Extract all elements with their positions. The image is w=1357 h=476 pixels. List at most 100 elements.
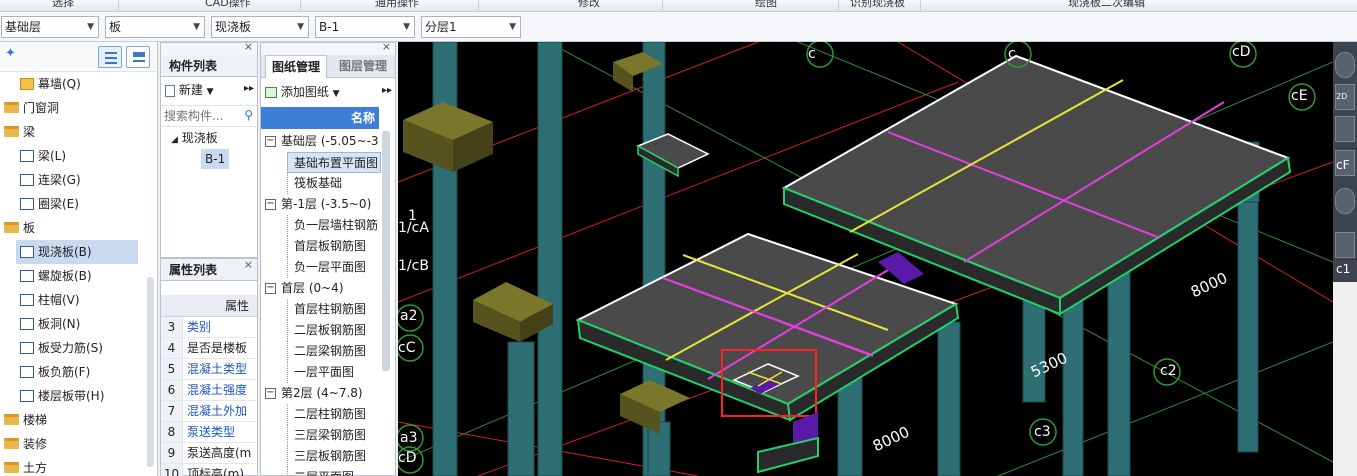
floor-select[interactable]: 基础层 ▼ — [1, 16, 99, 38]
nav-item[interactable]: 柱帽(V) — [16, 288, 138, 312]
close-icon[interactable]: × — [382, 40, 391, 53]
drawing-item[interactable]: 二层柱钢筋图 — [287, 404, 381, 425]
ribbon-group-draw[interactable]: 绘图 — [755, 0, 777, 10]
nav-item[interactable]: 板受力筋(S) — [16, 336, 138, 360]
property-row[interactable]: 5 混凝土类型 — [161, 359, 257, 380]
drawing-item[interactable]: 一层平面图 — [287, 362, 381, 383]
drawing-item[interactable]: 首层柱钢筋图 — [287, 299, 381, 320]
nav-item[interactable]: 装修 — [0, 432, 150, 456]
search-input[interactable] — [161, 106, 237, 126]
collapse-icon[interactable]: − — [265, 388, 276, 399]
nav-tree-panel: ✦ 幕墙(Q) 门窗洞梁梁(L) 连梁(G) 圈梁(E) 板现浇板(B) 螺旋板(B) 柱帽… — [0, 42, 158, 476]
ring-beam-icon — [20, 197, 34, 210]
drawing-item[interactable]: 三层板钢筋图 — [287, 446, 381, 467]
ribbon-group-edit[interactable]: 现浇板二次编辑 — [1068, 0, 1145, 10]
collapse-icon[interactable]: − — [265, 136, 276, 147]
drawing-item[interactable]: 首层板钢筋图 — [287, 236, 381, 257]
drawing-group[interactable]: − 第-1层 (-3.5~0) — [261, 194, 381, 215]
drawing-item[interactable]: 基础布置平面图 — [287, 152, 381, 173]
tab-layer-management[interactable]: 图层管理 — [333, 55, 393, 78]
nav-item[interactable]: 幕墙(Q) — [16, 72, 138, 96]
more-icon[interactable]: ▸▸ — [244, 83, 254, 94]
list-view-button[interactable] — [98, 46, 122, 68]
collapse-icon[interactable]: − — [265, 199, 276, 210]
drawing-scrollbar[interactable] — [382, 131, 390, 371]
close-icon[interactable]: × — [244, 259, 253, 276]
nav-item[interactable]: 板负筋(F) — [16, 360, 138, 384]
drawing-item[interactable]: 三层梁钢筋图 — [287, 425, 381, 446]
component-tree-item-b1[interactable]: B-1 — [201, 149, 230, 169]
nav-item[interactable]: 板 — [0, 216, 150, 240]
link-beam-icon — [20, 173, 34, 186]
cube-icon[interactable] — [1335, 116, 1355, 142]
add-drawing-button[interactable]: 添加图纸 ▼ — [265, 83, 340, 100]
more-icon[interactable]: ▸▸ — [382, 85, 392, 96]
drawing-item[interactable]: 负一层平面图 — [287, 257, 381, 278]
nav-item[interactable]: 连梁(G) — [16, 168, 138, 192]
orbit-icon[interactable] — [1335, 52, 1355, 78]
grid-icon[interactable] — [1335, 232, 1355, 258]
property-row[interactable]: 8 泵送类型 — [161, 422, 257, 443]
component-select[interactable]: B-1 ▼ — [315, 16, 415, 38]
grid-view-button[interactable] — [126, 46, 150, 68]
nav-scrollbar[interactable] — [147, 277, 154, 467]
beam-icon — [20, 149, 34, 162]
nav-item[interactable]: 楼梯 — [0, 408, 150, 432]
rotate-icon[interactable] — [1335, 188, 1355, 214]
nav-item[interactable]: 梁(L) — [16, 144, 138, 168]
ribbon-group-common[interactable]: 通用操作 — [375, 0, 419, 10]
view-toolbar: 2D cF c1 — [1333, 42, 1357, 282]
property-row[interactable]: 3 类别 — [161, 317, 257, 338]
nav-item-label: 楼梯 — [23, 413, 48, 427]
component-search[interactable]: ⚲ — [161, 105, 257, 127]
type-select[interactable]: 现浇板 ▼ — [211, 16, 309, 38]
search-icon[interactable]: ⚲ — [244, 108, 253, 122]
folder-icon — [4, 414, 19, 425]
drawing-group[interactable]: − 基础层 (-5.05~-3 — [261, 131, 381, 152]
ribbon-group-identify[interactable]: 识别现浇板 — [850, 0, 905, 10]
ribbon-group-select[interactable]: 选择 — [52, 0, 74, 10]
drawing-group[interactable]: − 首层 (0~4) — [261, 278, 381, 299]
property-header: 属性 — [161, 295, 257, 317]
close-icon[interactable]: × — [244, 40, 253, 53]
property-index: 10 — [161, 464, 183, 476]
drawing-group[interactable]: − 第2层 (4~7.8) — [261, 383, 381, 404]
slab-strip-icon — [20, 389, 34, 402]
nav-item[interactable]: 圈梁(E) — [16, 192, 138, 216]
nav-item[interactable]: 门窗洞 — [0, 96, 150, 120]
drawing-item[interactable]: 二层梁钢筋图 — [287, 341, 381, 362]
nav-item[interactable]: 土方 — [0, 456, 150, 476]
drawing-item[interactable]: 筏板基础 — [287, 173, 381, 194]
category-select[interactable]: 板 ▼ — [105, 16, 205, 38]
layer-select[interactable]: 分层1 ▼ — [421, 16, 521, 38]
collapse-icon[interactable]: − — [265, 283, 276, 294]
nav-item[interactable]: 楼层板带(H) — [16, 384, 138, 408]
drawing-item[interactable]: 负一层墙柱钢筋 — [287, 215, 381, 236]
nav-item-label: 现浇板(B) — [38, 245, 92, 259]
property-list-title: 属性列表 × — [161, 259, 257, 281]
cad-3d-viewport[interactable]: c c cD cE 1 1/cA 1/cB a2 cC a3 cD c2 c3 … — [398, 42, 1333, 476]
sparkle-icon[interactable]: ✦ — [5, 46, 16, 61]
property-row[interactable]: 6 混凝土强度 — [161, 380, 257, 401]
drawing-item[interactable]: 二层板钢筋图 — [287, 320, 381, 341]
cast-slab-icon — [20, 245, 34, 258]
nav-item[interactable]: 现浇板(B) — [16, 240, 138, 264]
nav-item[interactable]: 梁 — [0, 120, 150, 144]
property-list-panel: 属性列表 × 属性 3 类别 4 是否是楼板 5 混凝土类型 6 混凝土强度 7 混凝土外加 8 泵送类… — [160, 258, 258, 476]
property-row[interactable]: 7 混凝土外加 — [161, 401, 257, 422]
ribbon-group-cad[interactable]: CAD操作 — [205, 0, 251, 10]
property-row[interactable]: 4 是否是楼板 — [161, 338, 257, 359]
selector-toolbar: 基础层 ▼ 板 ▼ 现浇板 ▼ B-1 ▼ 分层1 ▼ — [0, 12, 1357, 42]
nav-item-label: 梁(L) — [38, 149, 67, 163]
property-index: 3 — [161, 317, 183, 337]
property-row[interactable]: 10 顶标高(m) — [161, 464, 257, 476]
nav-item[interactable]: 螺旋板(B) — [16, 264, 138, 288]
component-tree-parent[interactable]: ◢ 现浇板 — [171, 129, 218, 146]
property-row[interactable]: 9 泵送高度(m — [161, 443, 257, 464]
ribbon-group-modify[interactable]: 修改 — [578, 0, 600, 10]
nav-item[interactable]: 板洞(N) — [16, 312, 138, 336]
new-component-button[interactable]: 新建 ▼ — [165, 81, 214, 98]
drawing-item[interactable]: 二层平面图 — [287, 467, 381, 476]
axis-label: a3 — [400, 430, 418, 446]
tab-drawing-management[interactable]: 图纸管理 — [265, 55, 327, 78]
